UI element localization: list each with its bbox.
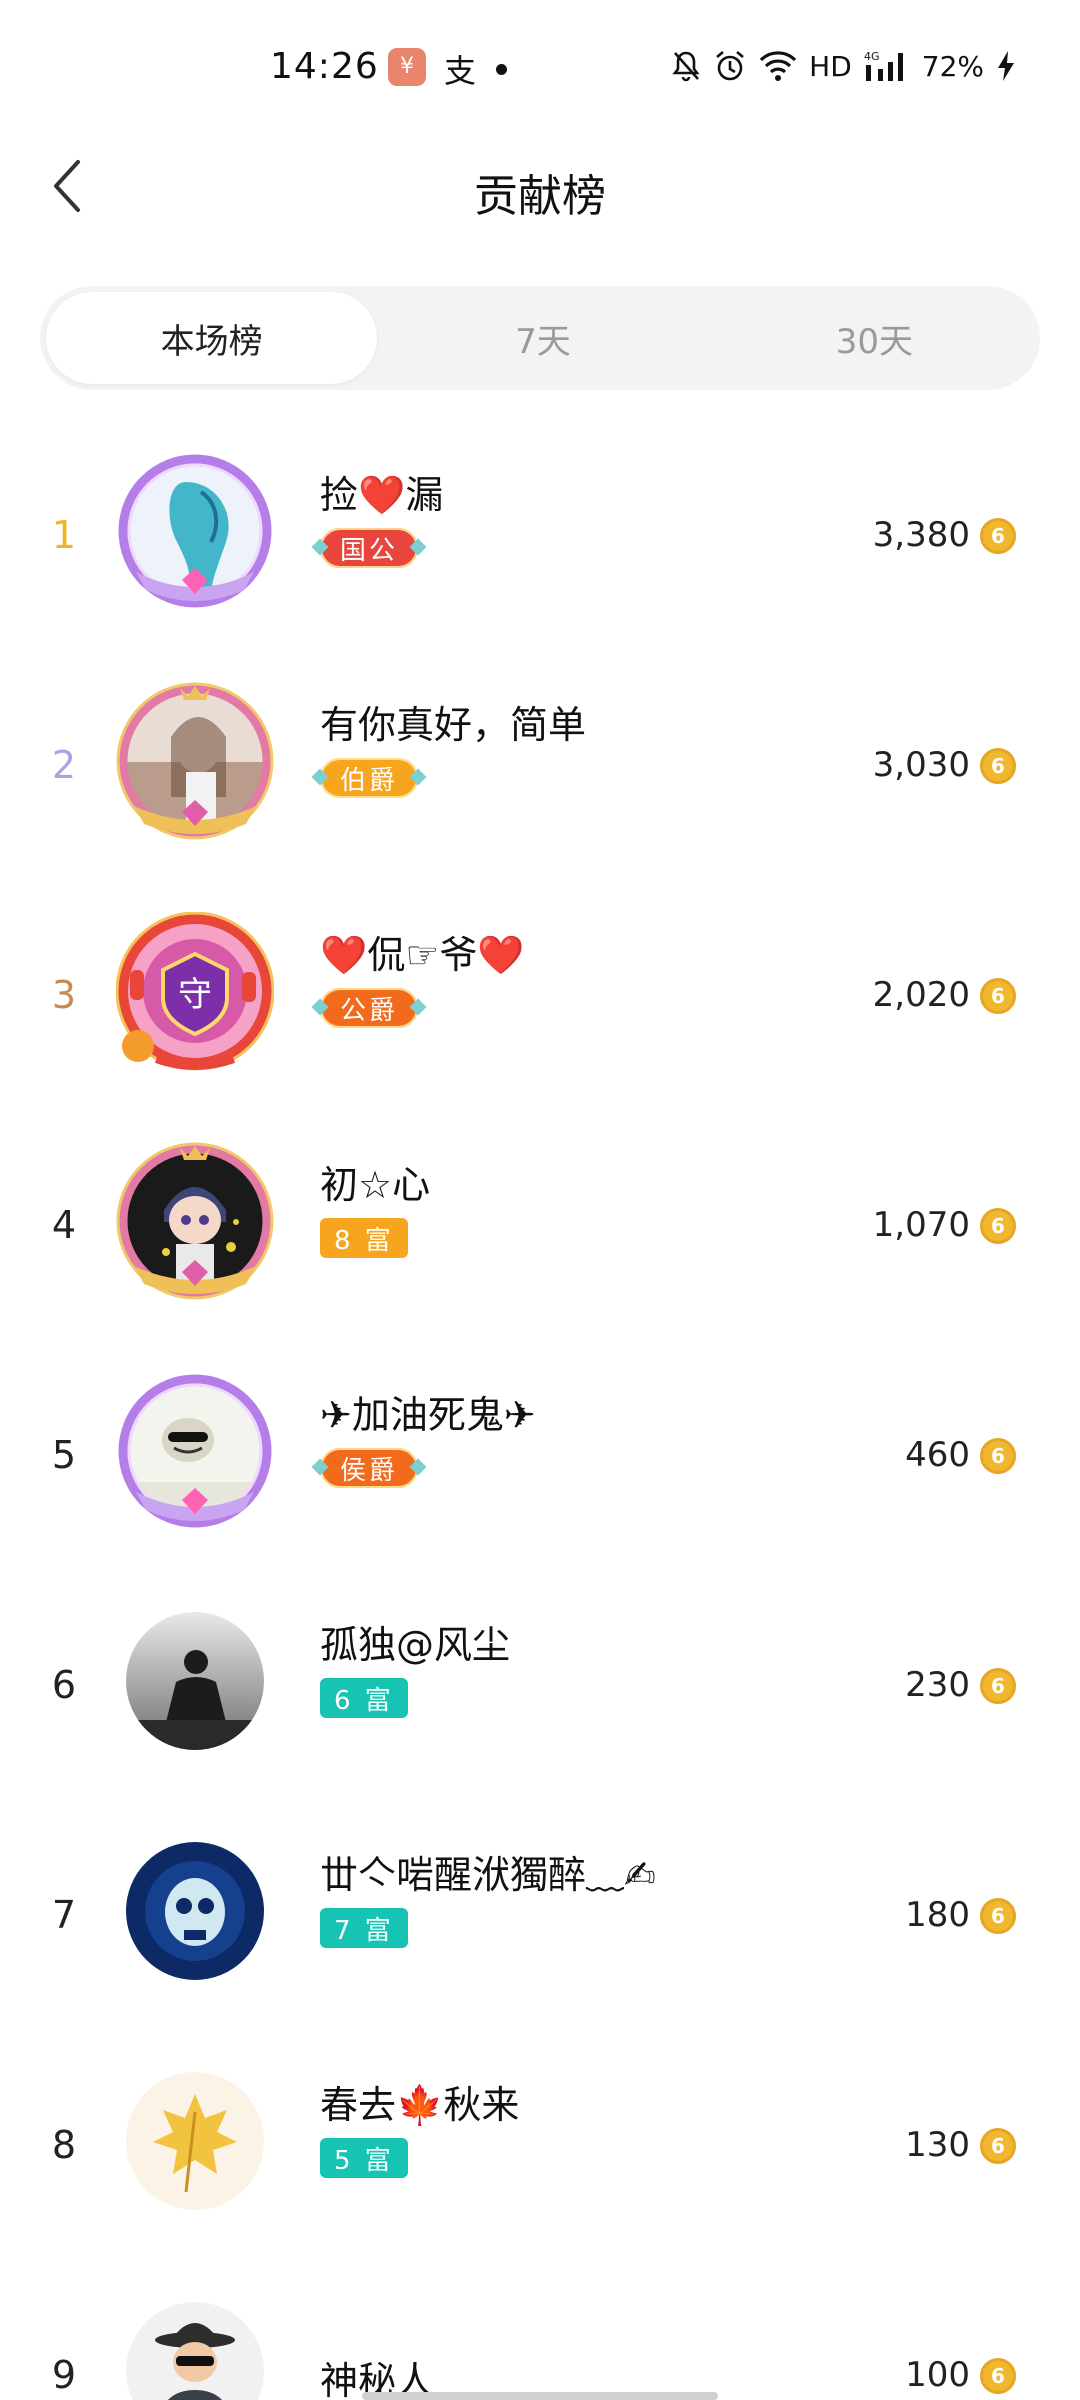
contribution-score: 460	[905, 1435, 970, 1475]
list-item[interactable]: 4 初☆心 8 富 1,070 6	[0, 1110, 1080, 1340]
tab-7-days[interactable]: 7天	[377, 292, 708, 384]
avatar[interactable]	[120, 2066, 270, 2216]
coin-icon: 6	[980, 2128, 1016, 2164]
coin-icon: 6	[980, 1438, 1016, 1474]
alarm-icon	[713, 49, 747, 83]
svg-text:守: 守	[178, 975, 212, 1015]
coin-icon: 6	[980, 748, 1016, 784]
avatar[interactable]	[120, 2296, 270, 2400]
hd-label: HD	[809, 49, 852, 83]
avatar[interactable]	[120, 1836, 270, 1986]
list-item[interactable]: 9 神秘人 100 6	[0, 2260, 1080, 2400]
coin-icon: 6	[980, 1208, 1016, 1244]
ranking-list: 1 捡❤️漏 国公 3,380 6 2 有你真好，简单 伯爵 3,030 6 3	[0, 420, 1080, 2400]
wealth-level-badge: 6 富	[320, 1678, 408, 1718]
tab-this-session[interactable]: 本场榜	[46, 292, 378, 384]
avatar[interactable]: 守	[116, 912, 274, 1071]
rank-number: 8	[51, 2123, 77, 2167]
battery-percent: 72%	[921, 49, 984, 83]
status-bar: 14:26 ¥ 支 HD 4G 72%	[0, 0, 1080, 136]
rank-number: 3	[51, 973, 77, 1017]
rank-number: 1	[51, 513, 77, 557]
status-time: 14:26	[270, 46, 379, 87]
avatar[interactable]	[116, 1142, 274, 1300]
home-indicator[interactable]	[362, 2392, 718, 2400]
coin-icon: 6	[980, 1898, 1016, 1934]
alipay-notification-icon: 支	[444, 52, 477, 90]
user-name: 捡❤️漏	[320, 473, 444, 517]
svg-text:4G: 4G	[864, 50, 880, 63]
rank-number: 4	[51, 1203, 77, 1247]
user-name: ✈加油死鬼✈	[320, 1393, 536, 1437]
more-notifications-dot	[496, 64, 507, 75]
list-item[interactable]: 5 ✈加油死鬼✈ 侯爵 460 6	[0, 1340, 1080, 1570]
user-name: 有你真好，简单	[320, 703, 587, 747]
contribution-score: 2,020	[872, 975, 970, 1015]
list-item[interactable]: 2 有你真好，简单 伯爵 3,030 6	[0, 650, 1080, 880]
rank-number: 6	[51, 1663, 77, 1707]
header: 贡献榜	[0, 136, 1080, 236]
app-notification-icon: ¥	[388, 48, 426, 86]
coin-icon: 6	[980, 978, 1016, 1014]
contribution-score: 3,030	[872, 745, 970, 785]
user-name: 初☆心	[320, 1163, 431, 1207]
mute-bell-icon	[671, 49, 701, 83]
contribution-score: 230	[905, 1665, 970, 1705]
user-name: 春去🍁秋来	[320, 2083, 520, 2127]
coin-icon: 6	[980, 1668, 1016, 1704]
list-item[interactable]: 3 守 ❤️侃☞爷❤️ 公爵 2,020 6	[0, 880, 1080, 1110]
cellular-signal-icon: 4G	[864, 49, 910, 83]
page-title: 贡献榜	[474, 171, 606, 222]
wealth-level-badge: 8 富	[320, 1218, 408, 1258]
noble-badge: 侯爵	[320, 1448, 419, 1488]
tab-30-days[interactable]: 30天	[709, 292, 1040, 384]
contribution-score: 3,380	[872, 515, 970, 555]
charging-icon	[996, 49, 1016, 83]
user-name: ❤️侃☞爷❤️	[320, 933, 525, 977]
user-name: 孤独@风尘	[320, 1623, 511, 1667]
wifi-icon	[759, 50, 797, 82]
user-name: 丗亽啱醒洑獨醉﹏✍	[320, 1853, 656, 1897]
wealth-level-badge: 5 富	[320, 2138, 408, 2178]
coin-icon: 6	[980, 2358, 1016, 2394]
rank-number: 5	[51, 1433, 77, 1477]
contribution-score: 1,070	[872, 1205, 970, 1245]
avatar[interactable]	[120, 1606, 270, 1756]
noble-badge: 国公	[320, 528, 419, 568]
list-item[interactable]: 8 春去🍁秋来 5 富 130 6	[0, 2030, 1080, 2260]
contribution-score: 180	[905, 1895, 970, 1935]
coin-icon: 6	[980, 518, 1016, 554]
rank-number: 7	[51, 1893, 77, 1937]
period-tabs: 本场榜 7天 30天	[40, 286, 1040, 390]
noble-badge: 公爵	[320, 988, 419, 1028]
contribution-score: 130	[905, 2125, 970, 2165]
noble-badge: 伯爵	[320, 758, 419, 798]
avatar[interactable]	[116, 682, 274, 840]
rank-number: 9	[51, 2353, 77, 2397]
rank-number: 2	[51, 743, 77, 787]
list-item[interactable]: 1 捡❤️漏 国公 3,380 6	[0, 420, 1080, 650]
list-item[interactable]: 6 孤独@风尘 6 富 230 6	[0, 1570, 1080, 1800]
list-item[interactable]: 7 丗亽啱醒洑獨醉﹏✍ 7 富 180 6	[0, 1800, 1080, 2030]
status-icons: HD 4G 72%	[671, 44, 1016, 88]
wealth-level-badge: 7 富	[320, 1908, 408, 1948]
avatar[interactable]	[118, 1374, 272, 1528]
contribution-score: 100	[905, 2355, 970, 2395]
avatar[interactable]	[118, 454, 272, 608]
